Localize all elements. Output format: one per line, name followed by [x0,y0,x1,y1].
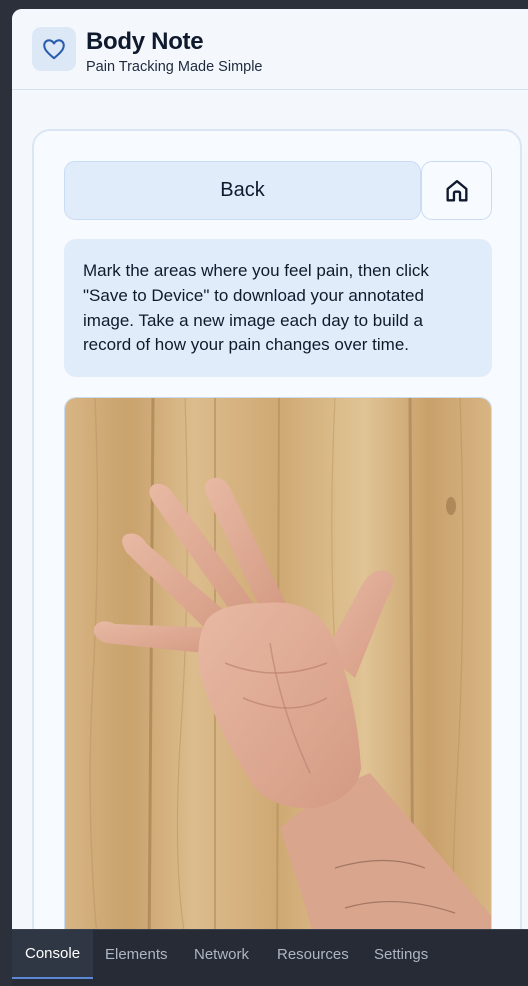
app-header: Body Note Pain Tracking Made Simple [12,9,528,90]
devtools-tab-elements[interactable]: Elements [105,930,168,979]
devtools-tab-console[interactable]: Console [12,930,94,979]
devtools-bar: Console Elements Network Resources Setti… [12,929,528,986]
hand-photo-image [65,398,491,929]
logo [32,27,76,71]
hand-photo[interactable] [64,397,492,929]
app-subtitle: Pain Tracking Made Simple [86,59,263,75]
home-button[interactable] [421,161,492,220]
instructions-panel: Mark the areas where you feel pain, then… [64,239,492,377]
devtools-tab-settings[interactable]: Settings [374,930,428,979]
back-button[interactable]: Back [64,161,421,220]
home-icon [446,179,467,201]
app-frame: Body Note Pain Tracking Made Simple Back… [12,9,528,929]
devtools-tab-resources[interactable]: Resources [277,930,349,979]
devtools-tab-network[interactable]: Network [194,930,249,979]
heart-icon [43,39,65,60]
annotation-card: Back Mark the areas where you feel pain,… [32,129,522,929]
app-title: Body Note [86,28,204,55]
